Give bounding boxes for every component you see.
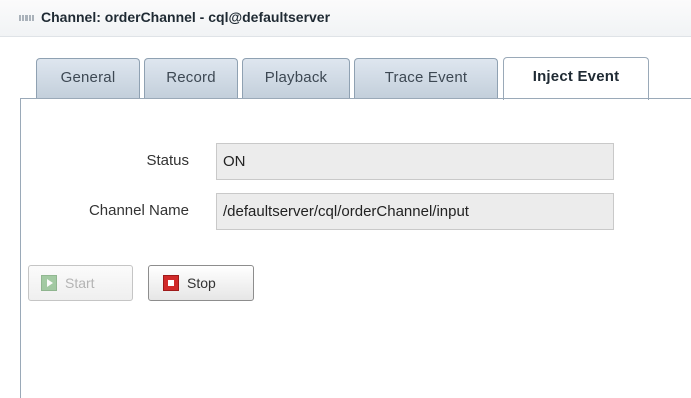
tab-playback[interactable]: Playback	[242, 58, 350, 98]
channel-name-label: Channel Name	[88, 202, 189, 219]
drag-grip-icon[interactable]	[19, 15, 35, 21]
tab-record[interactable]: Record	[144, 58, 238, 98]
status-field: ON	[216, 143, 614, 180]
stop-button[interactable]: Stop	[148, 265, 254, 301]
stop-icon	[163, 275, 179, 291]
stop-button-label: Stop	[187, 275, 216, 291]
start-button[interactable]: Start	[28, 265, 133, 301]
start-button-label: Start	[65, 275, 95, 291]
window-title: Channel: orderChannel - cql@defaultserve…	[41, 9, 331, 25]
tab-trace-event[interactable]: Trace Event	[354, 58, 498, 98]
status-label: Status	[146, 152, 189, 169]
tab-general[interactable]: General	[36, 58, 140, 98]
channel-name-field: /defaultserver/cql/orderChannel/input	[216, 193, 614, 230]
tab-inject-event[interactable]: Inject Event	[503, 57, 649, 100]
window-titlebar: Channel: orderChannel - cql@defaultserve…	[0, 0, 691, 37]
play-icon	[41, 275, 57, 291]
